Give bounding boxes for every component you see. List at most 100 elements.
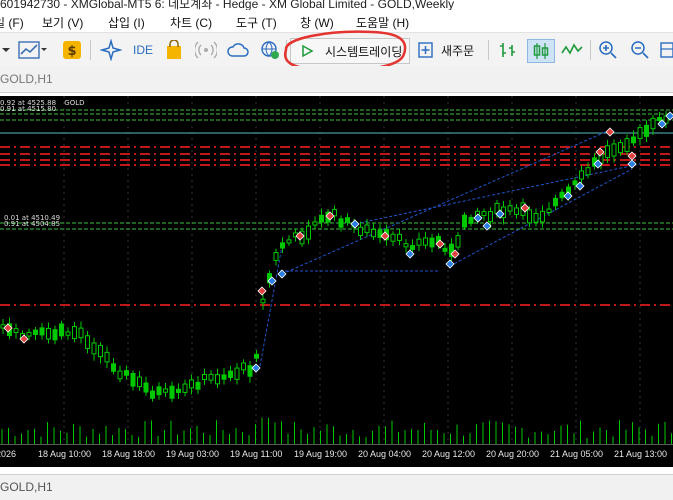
menu-help[interactable]: 도움말 (H) [356,14,409,31]
candle-body [195,381,201,390]
candle-body [637,127,643,140]
order-label: 0.91 at 4515.80 [0,105,57,113]
candle-body [98,344,103,358]
deposit-icon[interactable]: $ [61,39,83,61]
candle-body [312,221,318,226]
time-label: 19 Aug 11:00 [230,449,283,459]
candle-body [657,116,662,122]
signals-icon[interactable] [98,39,124,61]
candle-body [481,211,487,217]
menu-chart[interactable]: 차트 (C) [170,14,212,31]
algo-trading-button[interactable]: 시스템트레이딩 [290,38,410,64]
candle-body [111,363,116,372]
candle-body [189,379,194,389]
bottom-tab-label: GOLD,H1 [0,480,53,494]
candle-body [124,370,129,376]
new-order-button[interactable]: 새주문 [417,38,479,62]
main-toolbar: $ IDE 시스템트레이딩 새주문 [0,32,673,68]
candle-body [91,342,97,355]
vps-globe-icon[interactable] [258,39,282,61]
candle-body [319,214,324,223]
candle-body [507,205,513,212]
candle-body [137,376,142,388]
candle-body [33,329,38,335]
tile-windows-icon[interactable] [658,39,673,61]
symbol-label: GOLD [64,99,85,107]
chart-area[interactable]: 0.92 at 4525.88 GOLD 0.91 at 4515.80 0.0… [0,96,673,444]
candle-body [286,239,292,244]
candle-body [254,353,259,359]
candle-body [605,145,610,158]
menu-bar: 일 (F) 보기 (V) 삽입 (I) 차트 (C) 도구 (T) 창 (W) … [0,10,673,32]
candle-body [208,373,214,381]
candle-body [338,218,344,228]
menu-insert[interactable]: 삽입 (I) [108,14,145,31]
menu-tools[interactable]: 도구 (T) [236,14,277,31]
candle-body [169,385,175,399]
line-chart-icon[interactable] [560,39,584,61]
window-title: 601942730 - XMGlobal-MT5 6: 데모계좌 - Hedge… [0,0,455,10]
candle-body [390,233,396,242]
candle-body [78,327,84,339]
svg-text:$: $ [67,44,76,59]
cloud-icon[interactable] [226,39,250,61]
candle-body [644,124,649,137]
candle-body [39,327,45,336]
candle-body [364,224,370,234]
order-label: 0.91 at 4504.85 [4,220,61,228]
candle-body [228,370,233,378]
candle-body [553,197,558,207]
menu-view[interactable]: 보기 (V) [42,14,83,31]
candle-body [46,327,51,340]
zoom-out-icon[interactable] [628,39,652,61]
zoom-in-icon[interactable] [596,39,620,61]
candle-body [423,237,428,246]
candle-body [442,247,448,252]
candle-body [585,167,591,176]
time-label: 18 Aug 18:00 [102,449,156,459]
broadcast-icon[interactable] [194,39,218,61]
candle-body [631,136,636,144]
new-order-icon [418,42,433,58]
candle-body [260,298,266,304]
candle-body [416,238,422,246]
candle-body [234,367,240,380]
ide-button[interactable]: IDE [130,39,156,61]
menu-window[interactable]: 창 (W) [300,14,334,31]
chart-tab-title[interactable]: GOLD,H1 [0,72,53,86]
candle-body [559,191,565,199]
dropdown-arrow-icon[interactable] [0,39,12,61]
candle-body [176,388,181,394]
candle-body [429,237,435,248]
candle-body [280,242,285,249]
candle-body [572,180,578,186]
candle-body [618,142,623,154]
candle-body [150,390,155,399]
candle-body [104,351,110,363]
market-bag-icon[interactable] [163,39,185,61]
menu-file[interactable]: 일 (F) [0,14,24,31]
candle-body [514,207,519,215]
candle-body [397,233,402,242]
candle-body [59,323,64,337]
bottom-chart-tab[interactable]: GOLD,H1 [0,474,673,500]
candle-body [527,209,532,224]
time-label: 18 Aug 10:00 [38,449,92,459]
candle-body [546,208,552,214]
candle-body [182,383,188,393]
candle-body [403,243,409,248]
candle-body [306,225,311,240]
candlestick-icon[interactable] [527,39,555,63]
bar-chart-icon[interactable] [496,39,520,61]
candle-body [130,372,136,387]
candle-body [611,143,617,157]
time-label: 21 Aug 05:00 [550,449,604,459]
play-icon [302,44,314,58]
chart-type-icon[interactable] [16,39,50,61]
candle-body [345,217,350,223]
new-order-label: 새주문 [441,43,475,58]
candle-body [156,386,162,396]
candle-body [202,373,207,381]
candle-body [462,214,467,228]
candle-body [26,331,32,337]
